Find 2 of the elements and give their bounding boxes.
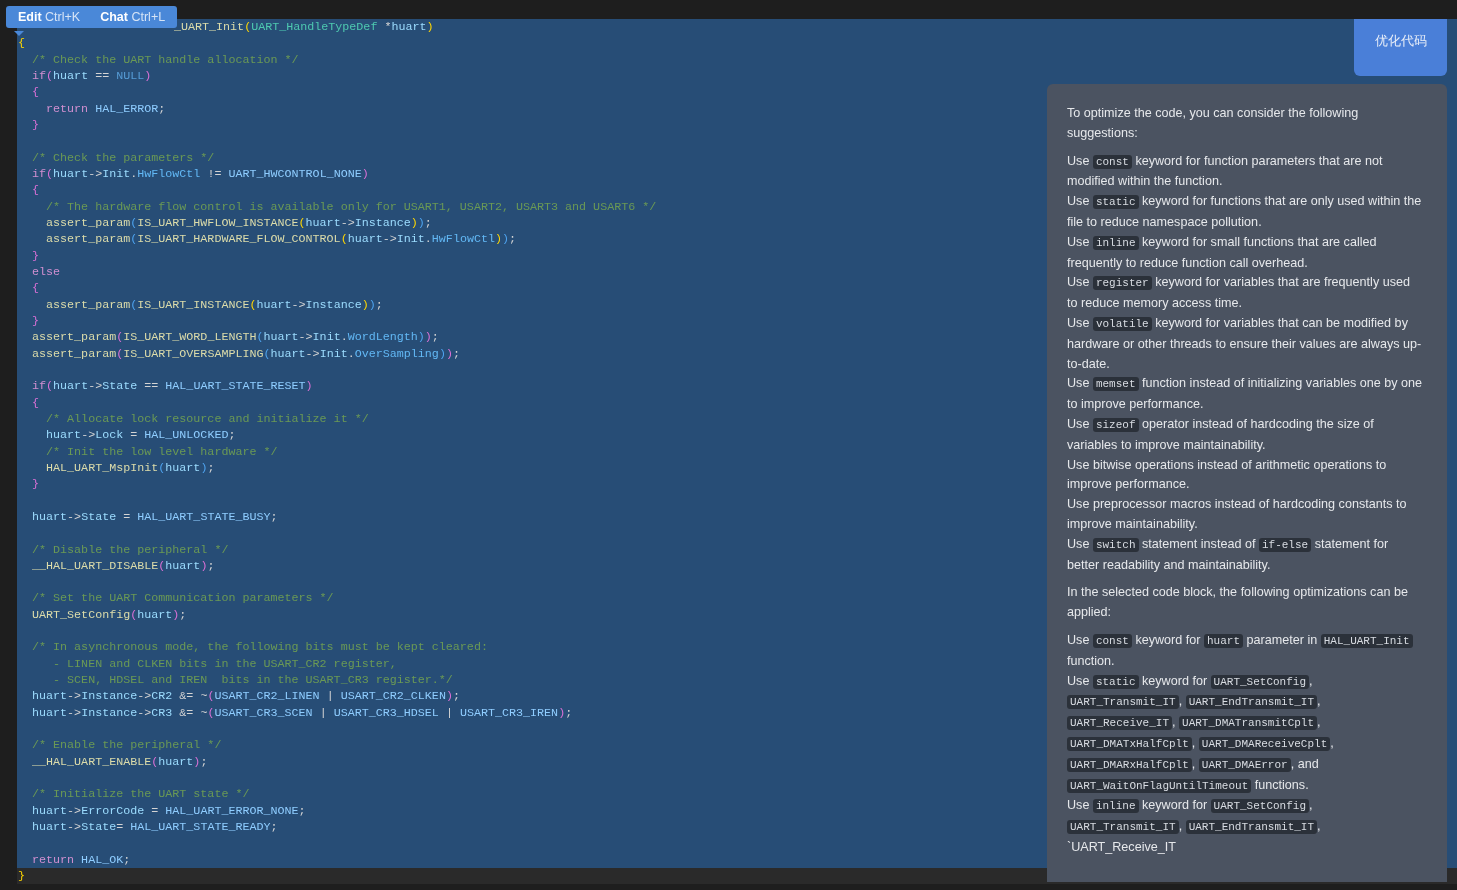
popup-pointer xyxy=(14,31,24,36)
user-message: 优化代码 xyxy=(1354,19,1447,76)
